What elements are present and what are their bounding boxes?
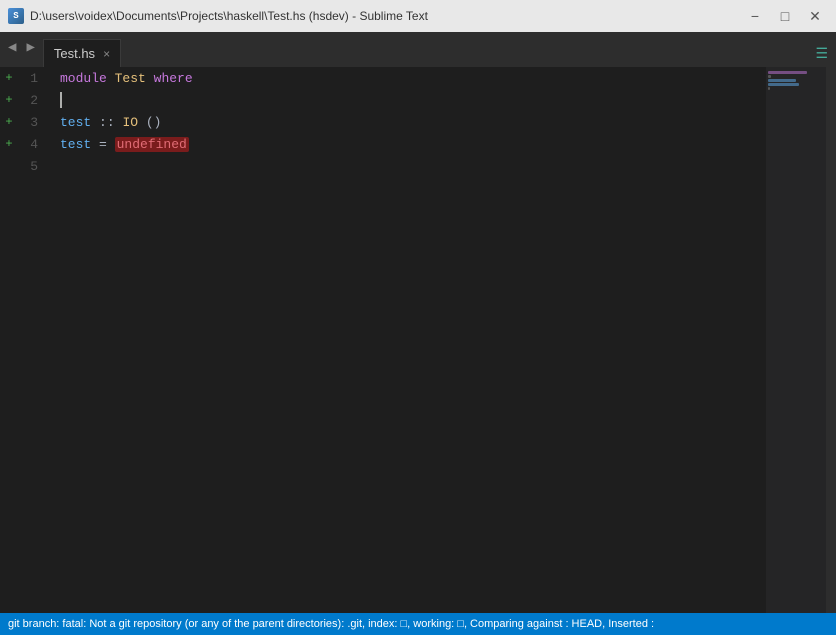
code-token [107,71,115,86]
gutter-plus-icon[interactable]: + [4,71,14,85]
title-left: S D:\users\voidex\Documents\Projects\has… [8,8,428,24]
tab-prev-arrow[interactable]: ◀ [4,39,20,56]
tab-bar: ◀ ▶ Test.hs × ☰ [0,32,836,67]
tab-close-button[interactable]: × [103,48,110,60]
window-title: D:\users\voidex\Documents\Projects\haske… [30,9,428,23]
gutter-row: 5 [0,155,52,177]
code-token: undefined [115,137,189,152]
gutter-plus-icon[interactable]: + [4,137,14,151]
close-button[interactable]: ✕ [802,6,828,26]
gutter-row: +4 [0,133,52,155]
text-cursor [60,92,62,108]
gutter: +1+2+3+45 [0,67,52,613]
code-line [60,155,766,177]
line-number: 3 [18,115,38,130]
gutter-row: +3 [0,111,52,133]
active-tab[interactable]: Test.hs × [43,39,121,67]
line-number: 4 [18,137,38,152]
code-token: where [154,71,193,86]
code-token [146,71,154,86]
app-icon: S [8,8,24,24]
code-token: = [91,137,114,152]
code-token: test [60,115,91,130]
gutter-row: +1 [0,67,52,89]
minimap-content [766,67,826,95]
maximize-button[interactable]: □ [772,6,798,26]
code-token: IO [122,115,138,130]
tab-nav-arrows: ◀ ▶ [4,32,39,67]
title-controls: − □ ✕ [742,6,828,26]
minimize-button[interactable]: − [742,6,768,26]
vertical-scrollbar[interactable] [826,67,836,613]
code-line: module Test where [60,67,766,89]
tab-next-arrow[interactable]: ▶ [22,39,38,56]
code-token: module [60,71,107,86]
code-token: :: [91,115,122,130]
minimap-toggle-icon[interactable]: ☰ [815,46,828,63]
code-line: test = undefined [60,133,766,155]
code-area[interactable]: module Test wheretest :: IO ()test = und… [52,67,766,613]
code-token: () [138,115,161,130]
tab-bar-right: ☰ [121,46,836,67]
title-bar: S D:\users\voidex\Documents\Projects\has… [0,0,836,32]
gutter-row: +2 [0,89,52,111]
line-number: 5 [18,159,38,174]
editor-container: +1+2+3+45 module Test wheretest :: IO ()… [0,67,836,613]
status-bar: git branch: fatal: Not a git repository … [0,613,836,635]
code-line [60,89,766,111]
code-token: Test [115,71,146,86]
code-line: test :: IO () [60,111,766,133]
gutter-plus-icon[interactable]: + [4,93,14,107]
tab-label: Test.hs [54,46,95,61]
minimap [766,67,826,613]
line-number: 2 [18,93,38,108]
status-text: git branch: fatal: Not a git repository … [8,618,654,630]
gutter-plus-icon[interactable]: + [4,115,14,129]
code-token: test [60,137,91,152]
line-number: 1 [18,71,38,86]
